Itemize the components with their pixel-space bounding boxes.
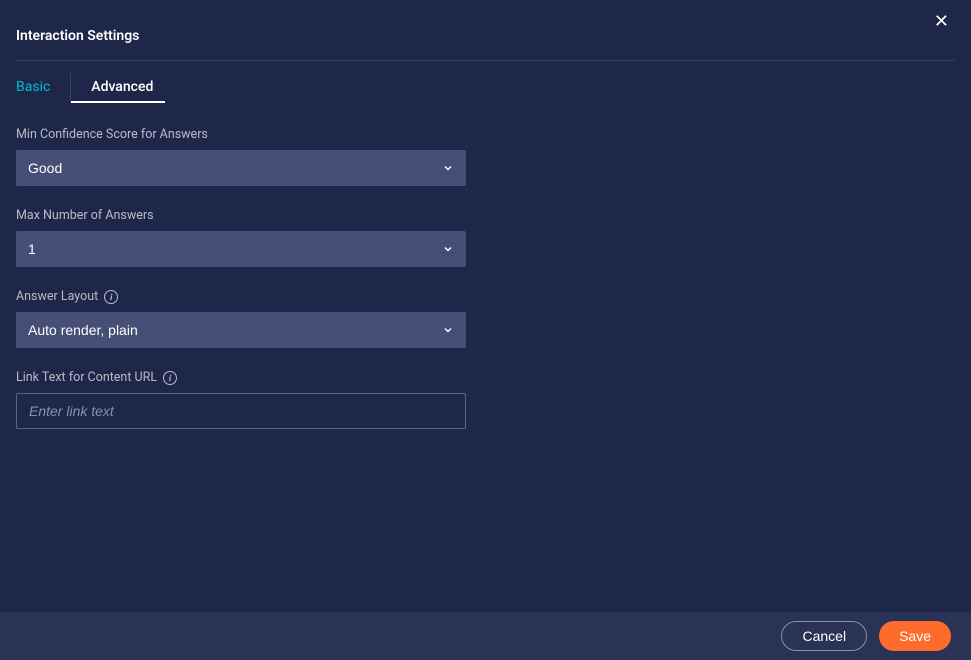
- link-text-label: Link Text for Content URL i: [16, 370, 955, 385]
- field-answer-layout: Answer Layout i Auto render, plain: [16, 289, 955, 348]
- max-answers-label: Max Number of Answers: [16, 208, 955, 223]
- tab-advanced[interactable]: Advanced: [71, 73, 165, 103]
- link-text-input[interactable]: [16, 393, 466, 429]
- dialog-footer: Cancel Save: [0, 612, 971, 660]
- save-button[interactable]: Save: [879, 621, 951, 651]
- cancel-button[interactable]: Cancel: [781, 621, 867, 651]
- field-max-answers: Max Number of Answers 1: [16, 208, 955, 267]
- label-text: Min Confidence Score for Answers: [16, 127, 208, 142]
- label-text: Max Number of Answers: [16, 208, 154, 223]
- close-icon: ✕: [934, 11, 949, 31]
- dialog-content: ✕ Interaction Settings Basic Advanced Mi…: [0, 0, 971, 612]
- max-answers-select-wrapper: 1: [16, 231, 466, 267]
- label-text: Answer Layout: [16, 289, 98, 304]
- tabs: Basic Advanced: [16, 73, 955, 103]
- answer-layout-label: Answer Layout i: [16, 289, 955, 304]
- label-text: Link Text for Content URL: [16, 370, 157, 385]
- min-confidence-select-wrapper: Good: [16, 150, 466, 186]
- field-min-confidence: Min Confidence Score for Answers Good: [16, 127, 955, 186]
- max-answers-select[interactable]: 1: [16, 231, 466, 267]
- min-confidence-label: Min Confidence Score for Answers: [16, 127, 955, 142]
- answer-layout-select-wrapper: Auto render, plain: [16, 312, 466, 348]
- dialog-title: Interaction Settings: [16, 16, 955, 61]
- answer-layout-select[interactable]: Auto render, plain: [16, 312, 466, 348]
- min-confidence-select[interactable]: Good: [16, 150, 466, 186]
- tab-basic[interactable]: Basic: [16, 73, 71, 103]
- info-icon[interactable]: i: [163, 371, 177, 385]
- close-button[interactable]: ✕: [930, 8, 953, 34]
- field-link-text: Link Text for Content URL i: [16, 370, 955, 429]
- info-icon[interactable]: i: [104, 290, 118, 304]
